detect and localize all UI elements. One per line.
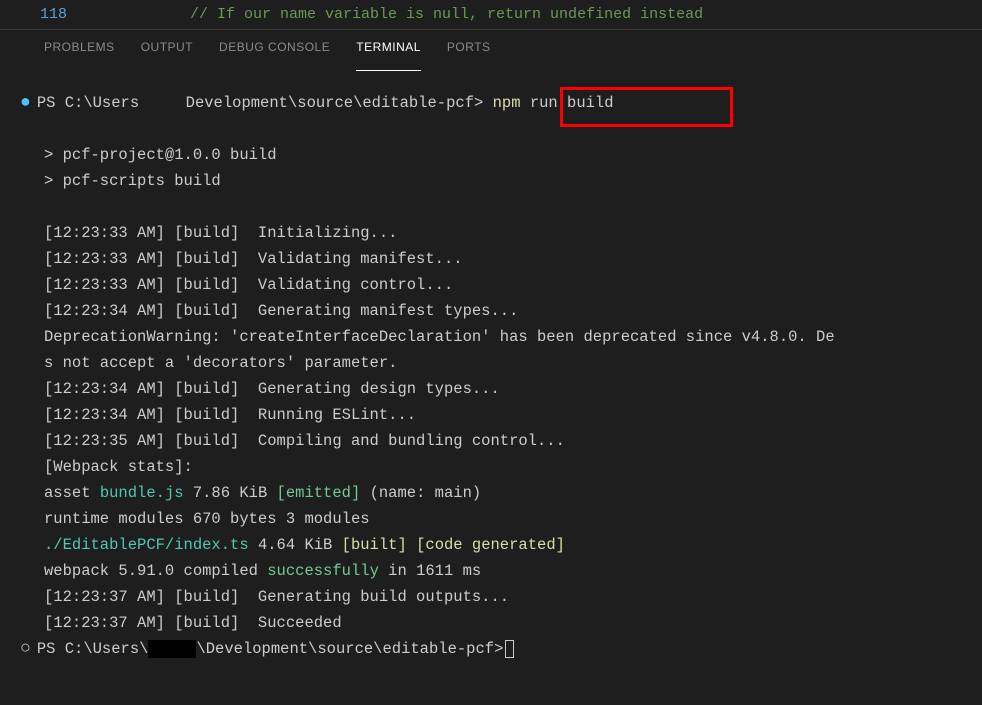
terminal-line: [Webpack stats]: bbox=[44, 454, 938, 480]
terminal-line: > pcf-project@1.0.0 build bbox=[44, 142, 938, 168]
prompt-path: Development\source\editable-pcf> bbox=[139, 90, 483, 116]
terminal-line: [12:23:34 AM] [build] Running ESLint... bbox=[44, 402, 938, 428]
terminal-line: [12:23:37 AM] [build] Succeeded bbox=[44, 610, 938, 636]
terminal-line: ./EditablePCF/index.ts 4.64 KiB [built] … bbox=[44, 532, 938, 558]
terminal-line: webpack 5.91.0 compiled successfully in … bbox=[44, 558, 938, 584]
prompt-path: PS C:\Users bbox=[37, 90, 139, 116]
terminal-line: ● PS C:\Users Development\source\editabl… bbox=[44, 90, 938, 116]
terminal-line: asset bundle.js 7.86 KiB [emitted] (name… bbox=[44, 480, 938, 506]
tab-terminal[interactable]: TERMINAL bbox=[356, 40, 421, 71]
prompt-path: \Development\source\editable-pcf> bbox=[196, 636, 503, 662]
terminal-line: [12:23:33 AM] [build] Validating control… bbox=[44, 272, 938, 298]
command-args: run build bbox=[521, 90, 614, 116]
terminal-line: [12:23:33 AM] [build] Initializing... bbox=[44, 220, 938, 246]
terminal-line: DeprecationWarning: 'createInterfaceDecl… bbox=[44, 324, 938, 350]
active-terminal-icon: ● bbox=[20, 90, 31, 116]
terminal-line: s not accept a 'decorators' parameter. bbox=[44, 350, 938, 376]
panel-tabs: PROBLEMS OUTPUT DEBUG CONSOLE TERMINAL P… bbox=[0, 30, 982, 72]
redacted-block bbox=[148, 640, 196, 658]
command-npm: npm bbox=[483, 90, 520, 116]
terminal-line: [12:23:37 AM] [build] Generating build o… bbox=[44, 584, 938, 610]
tab-debug-console[interactable]: DEBUG CONSOLE bbox=[219, 40, 330, 71]
prompt-path: PS C:\Users\ bbox=[37, 636, 149, 662]
tab-ports[interactable]: PORTS bbox=[447, 40, 491, 71]
terminal-line: runtime modules 670 bytes 3 modules bbox=[44, 506, 938, 532]
terminal-line: > pcf-scripts build bbox=[44, 168, 938, 194]
code-comment: // If our name variable is null, return … bbox=[80, 6, 703, 23]
line-number: 118 bbox=[0, 6, 80, 23]
tab-problems[interactable]: PROBLEMS bbox=[44, 40, 115, 71]
terminal-bullet-icon: ○ bbox=[20, 636, 31, 662]
terminal-line: [12:23:34 AM] [build] Generating design … bbox=[44, 376, 938, 402]
terminal-line: ○ PS C:\Users\ \Development\source\edita… bbox=[44, 636, 938, 662]
terminal-line: [12:23:34 AM] [build] Generating manifes… bbox=[44, 298, 938, 324]
terminal-line: [12:23:35 AM] [build] Compiling and bund… bbox=[44, 428, 938, 454]
terminal-cursor bbox=[505, 640, 514, 658]
editor-line: 118 // If our name variable is null, ret… bbox=[0, 0, 982, 30]
tab-output[interactable]: OUTPUT bbox=[141, 40, 193, 71]
terminal-panel[interactable]: ● PS C:\Users Development\source\editabl… bbox=[0, 72, 982, 680]
terminal-line: [12:23:33 AM] [build] Validating manifes… bbox=[44, 246, 938, 272]
